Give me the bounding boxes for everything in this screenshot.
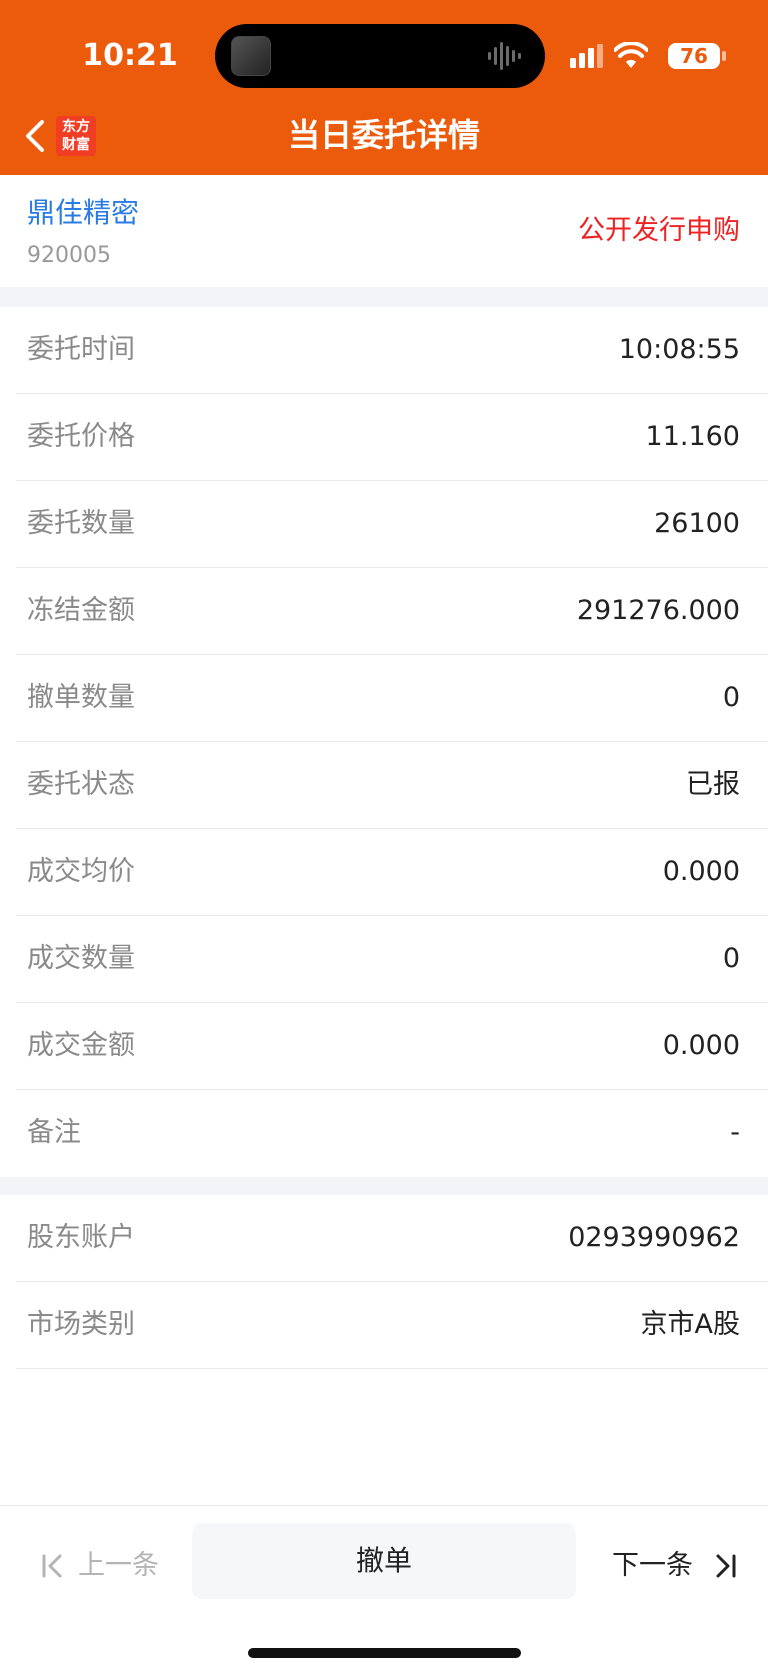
page-title: 当日委托详情 [287, 116, 480, 154]
row-value: 291276.000 [576, 595, 740, 626]
row-label: 撤单数量 [27, 682, 135, 713]
previous-button[interactable]: 上一条 [40, 1546, 180, 1586]
detail-row-order-price: 委托价格 11.160 [16, 394, 768, 481]
app-header: 10:21 76 东方 财富 当日委托详情 [0, 0, 768, 175]
audio-wave-icon [488, 42, 521, 70]
next-label: 下一条 [612, 1550, 693, 1581]
status-icons: 76 [570, 38, 730, 74]
media-thumbnail [231, 36, 271, 76]
detail-row-order-status: 委托状态 已报 [16, 742, 768, 829]
order-details-list: 委托时间 10:08:55 委托价格 11.160 委托数量 26100 冻结金… [0, 307, 768, 1177]
row-label: 委托状态 [27, 769, 135, 800]
row-label: 冻结金额 [27, 595, 135, 626]
row-label: 成交均价 [27, 856, 135, 887]
status-time: 10:21 [82, 38, 178, 73]
skip-next-icon [716, 1554, 736, 1578]
detail-row-fill-amount: 成交金额 0.000 [16, 1003, 768, 1090]
battery-tip [722, 51, 726, 61]
wifi-icon [614, 42, 648, 68]
row-value: 0.000 [662, 1030, 740, 1061]
row-value: 0.000 [662, 856, 740, 887]
row-label: 委托价格 [27, 421, 135, 452]
cellular-signal-icon [570, 44, 603, 68]
row-label: 委托数量 [27, 508, 135, 539]
cancel-order-button[interactable]: 撤单 [192, 1523, 576, 1599]
detail-row-fill-quantity: 成交数量 0 [16, 916, 768, 1003]
row-value: 0293990962 [568, 1222, 740, 1253]
back-icon[interactable] [20, 116, 50, 156]
order-detail-page: 10:21 76 东方 财富 当日委托详情 鼎佳精密 920005 公开发行申购… [0, 0, 768, 1669]
row-label: 市场类别 [27, 1309, 135, 1340]
detail-row-shareholder-account: 股东账户 0293990962 [16, 1195, 768, 1282]
row-label: 成交金额 [27, 1030, 135, 1061]
stock-info: 鼎佳精密 920005 公开发行申购 [0, 175, 768, 287]
detail-row-order-quantity: 委托数量 26100 [16, 481, 768, 568]
brand-logo: 东方 财富 [56, 116, 96, 156]
row-value: 京市A股 [640, 1309, 740, 1340]
detail-row-order-time: 委托时间 10:08:55 [16, 307, 768, 394]
logo-line-1: 东方 [62, 119, 90, 135]
detail-row-remarks: 备注 - [16, 1090, 768, 1177]
dynamic-island [215, 24, 545, 88]
detail-row-frozen-amount: 冻结金额 291276.000 [16, 568, 768, 655]
detail-row-market-type: 市场类别 京市A股 [16, 1282, 768, 1369]
row-label: 股东账户 [27, 1222, 135, 1253]
account-info-list: 股东账户 0293990962 市场类别 京市A股 [0, 1195, 768, 1369]
skip-previous-icon [42, 1554, 62, 1578]
home-indicator[interactable] [248, 1648, 521, 1658]
row-value: 10:08:55 [618, 334, 740, 365]
row-value: 0 [722, 943, 740, 974]
order-type-label: 公开发行申购 [578, 215, 740, 246]
detail-row-avg-fill-price: 成交均价 0.000 [16, 829, 768, 916]
row-label: 成交数量 [27, 943, 135, 974]
row-value: 11.160 [645, 421, 740, 452]
row-value: - [730, 1117, 740, 1148]
row-value: 已报 [686, 769, 740, 800]
bottom-action-bar: 上一条 撤单 下一条 [0, 1505, 768, 1669]
row-label: 备注 [27, 1117, 81, 1148]
row-value: 0 [722, 682, 740, 713]
section-divider [0, 1177, 768, 1195]
battery-indicator: 76 [668, 43, 720, 69]
stock-name[interactable]: 鼎佳精密 [27, 193, 139, 233]
section-divider [0, 287, 768, 307]
logo-line-2: 财富 [62, 137, 90, 153]
previous-label: 上一条 [78, 1550, 159, 1581]
row-value: 26100 [654, 508, 740, 539]
row-label: 委托时间 [27, 334, 135, 365]
stock-code: 920005 [27, 243, 111, 268]
next-button[interactable]: 下一条 [612, 1546, 742, 1586]
detail-row-cancel-quantity: 撤单数量 0 [16, 655, 768, 742]
